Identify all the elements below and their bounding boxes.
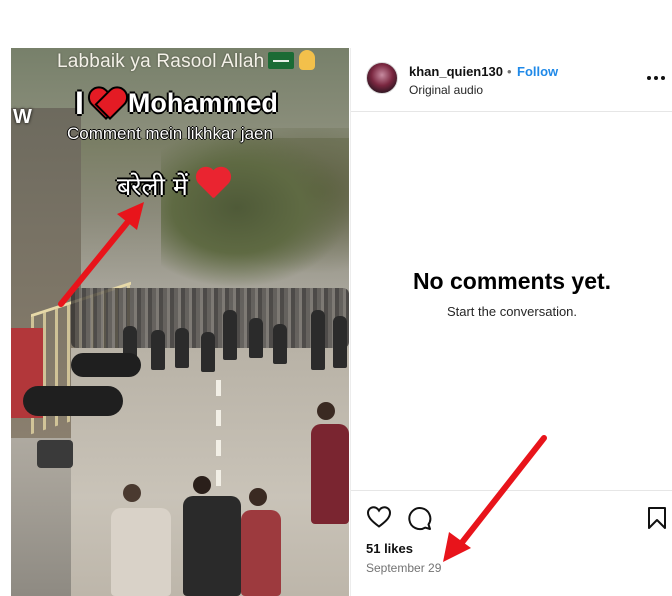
follow-button[interactable]: Follow [517,64,558,79]
post-date[interactable]: September 29 [366,561,441,575]
thrown-object [37,440,73,468]
person-head [193,476,211,494]
post-page: Labbaik ya Rasool Allah W I Mohammed Com… [0,0,672,596]
overlay-w-text: W [13,106,32,128]
overlay-top-text: Labbaik ya Rasool Allah [57,50,316,73]
police-figure [333,316,347,368]
overlay-i: I [75,84,84,121]
police-figure [175,328,189,368]
person-head [317,402,335,420]
police-figure [273,324,287,364]
more-icon[interactable] [647,70,667,86]
police-figure [223,310,237,360]
police-figure [201,332,215,372]
person-head [249,488,267,506]
bookmark-icon[interactable] [647,506,667,530]
comment-icon[interactable] [406,505,432,531]
road-marking [216,380,221,396]
person-figure [111,508,171,596]
person-figure [311,424,349,524]
overlay-hindi-row: बरेली में [117,168,232,204]
road-marking [216,470,221,486]
police-figure [311,310,325,370]
separator-dot: • [507,64,512,79]
audio-link[interactable]: Original audio [409,83,483,97]
post-video[interactable]: Labbaik ya Rasool Allah W I Mohammed Com… [11,48,349,596]
overlay-love-text: I Mohammed [75,82,278,124]
person-head [123,484,141,502]
motorcycle [23,386,123,416]
post-actions: 51 likes September 29 [351,490,672,596]
road-marking [216,440,221,456]
likes-count[interactable]: 51 likes [366,541,413,556]
heart-icon[interactable] [366,505,392,529]
no-comments-subtitle: Start the conversation. [446,304,578,319]
police-figure [249,318,263,358]
motorcycle [71,353,141,377]
no-comments-title: No comments yet. [412,268,612,294]
flag-icon [268,52,295,69]
overlay-hindi-text: बरेली में [117,172,188,201]
post-header: khan_quien130 • Follow Original audio [351,48,672,112]
post-side-panel: khan_quien130 • Follow Original audio No… [350,48,672,596]
person-figure [183,496,241,596]
red-heart-icon [194,168,232,204]
username-link[interactable]: khan_quien130 [409,64,503,79]
overlay-comment-text: Comment mein likhkar jaen [67,124,273,143]
hand-icon [299,50,316,70]
road-marking [216,410,221,426]
person-figure [241,510,281,596]
avatar[interactable] [366,62,398,94]
heart-sticker-icon [88,86,124,120]
video-trees [161,128,349,288]
overlay-name: Mohammed [127,87,278,118]
police-figure [151,330,165,370]
